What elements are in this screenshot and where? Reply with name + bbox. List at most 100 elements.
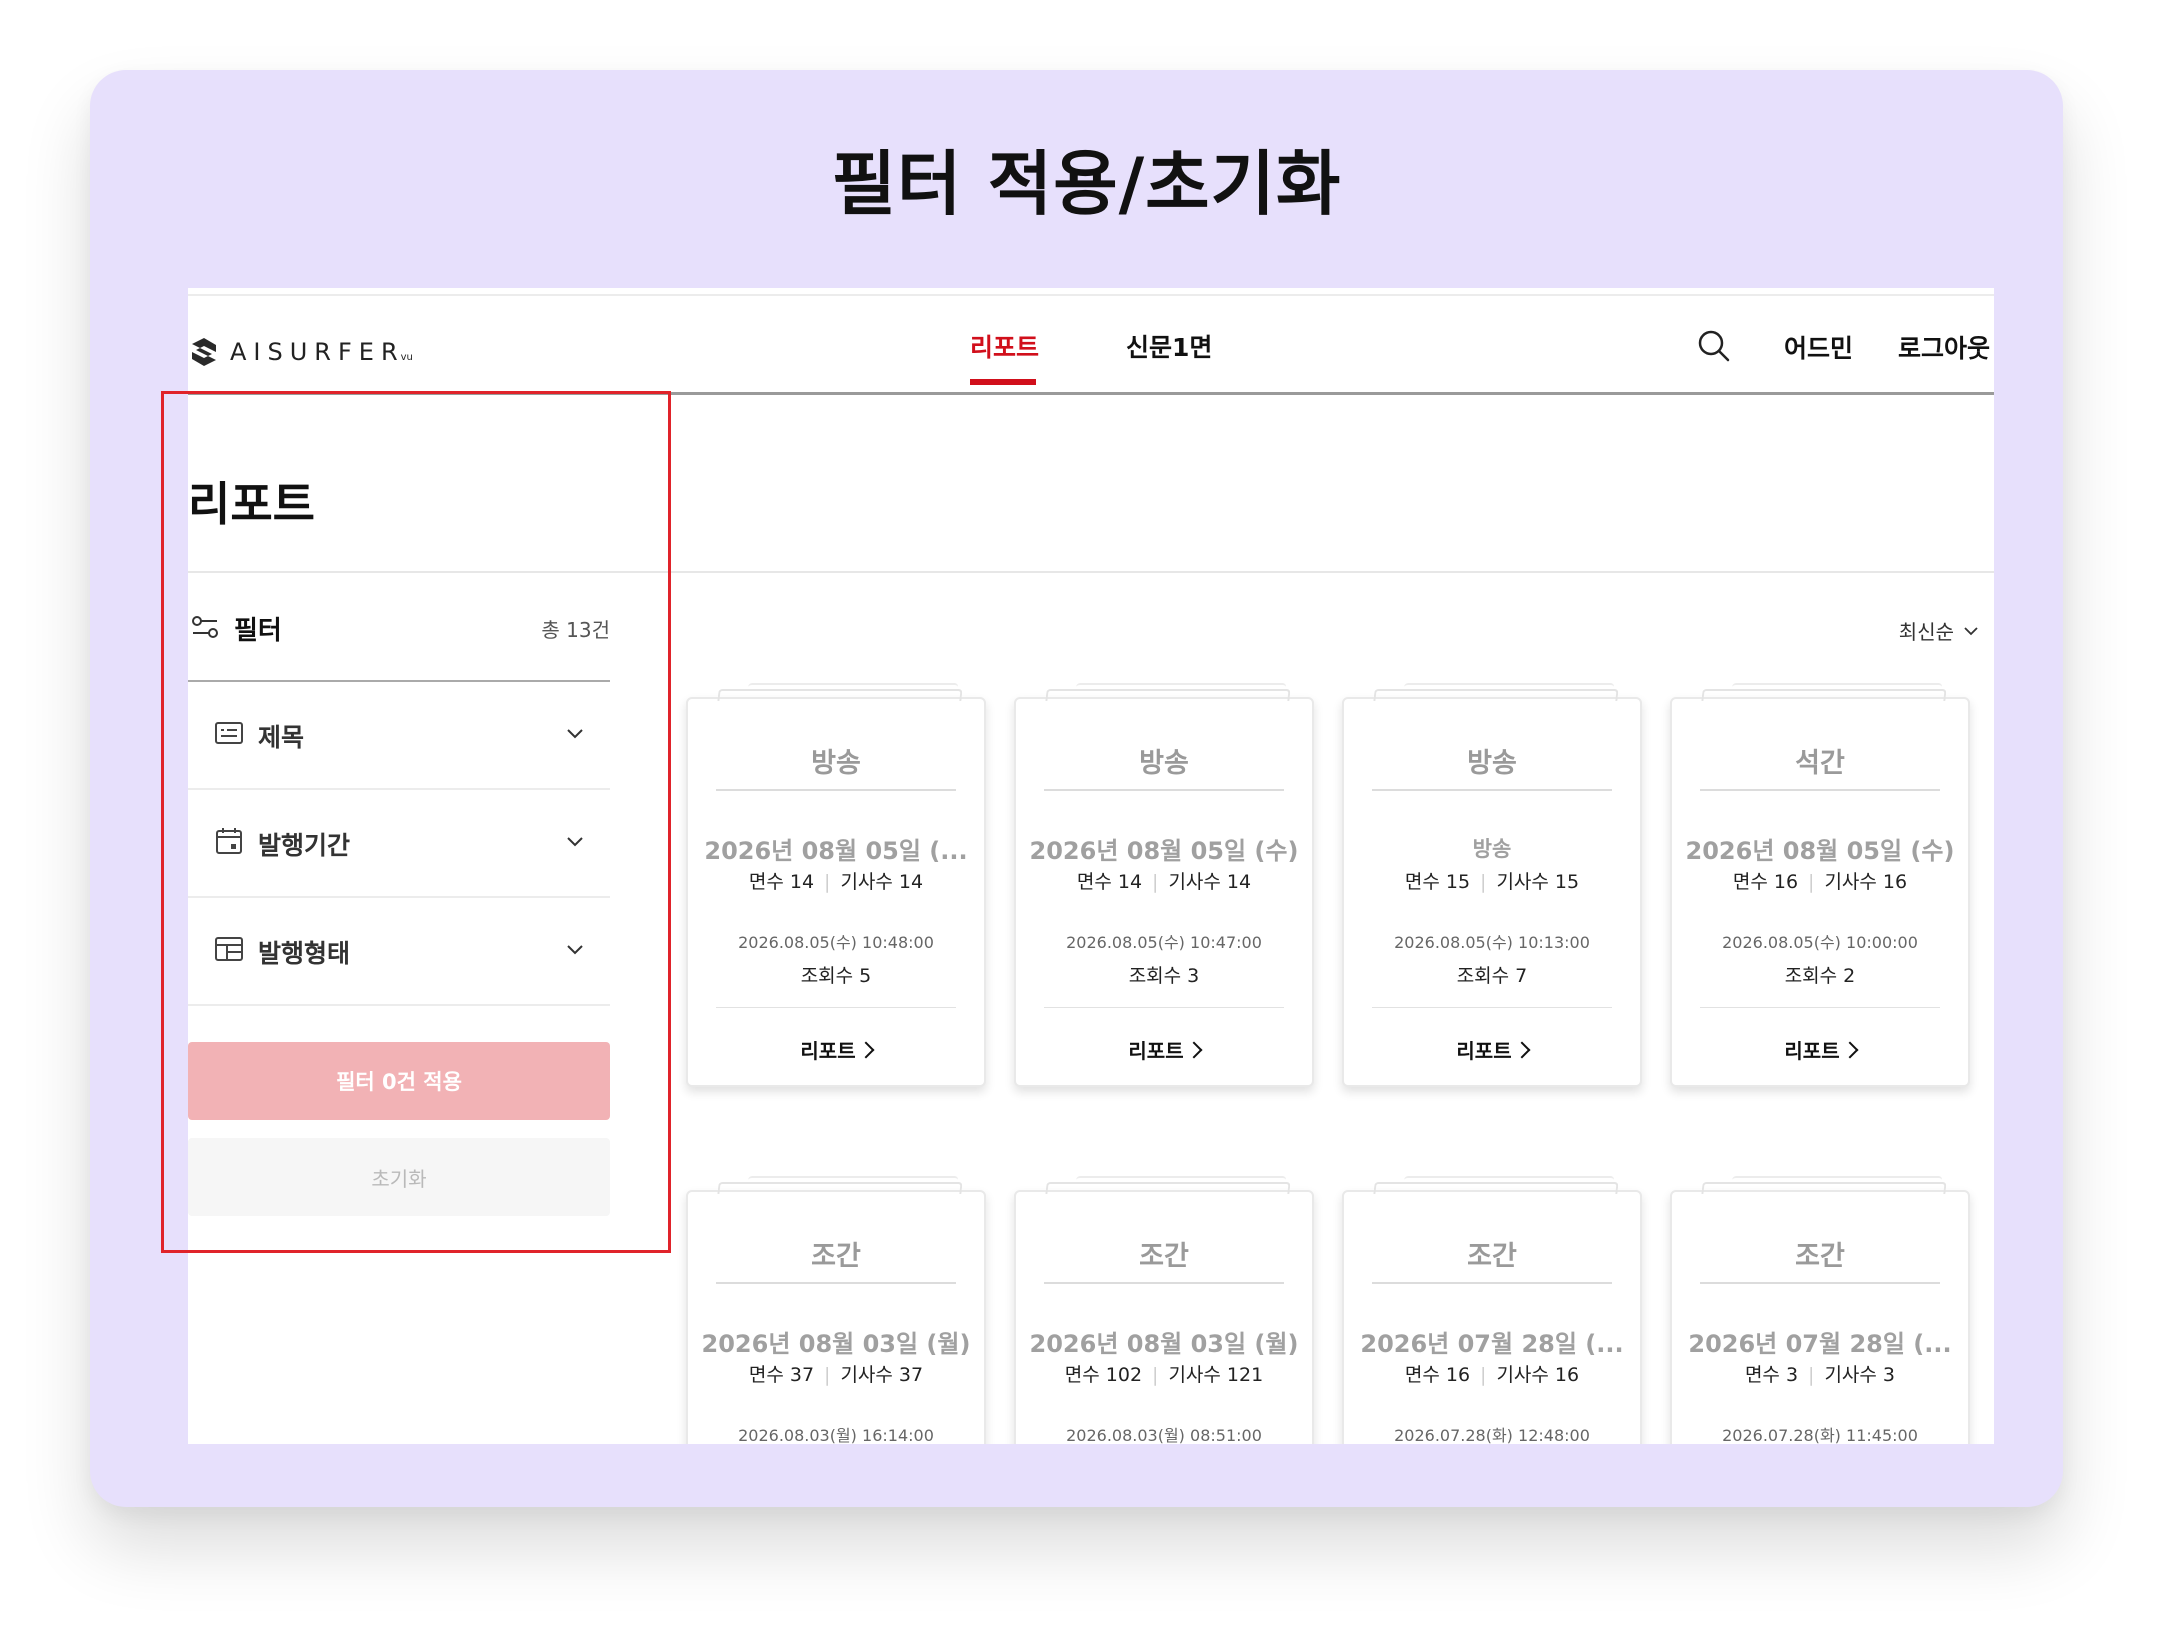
chevron-right-icon [1841,1041,1859,1059]
sort-label: 최신순 [1898,620,1954,644]
card-pages: 면수 37 [748,1364,815,1386]
report-card[interactable]: 조간 2026년 08월 03일 (월) 면수 102 | 기사수 121 2026.08… [1014,1176,1314,1444]
card-articles: 기사수 121 [1168,1364,1264,1386]
card-pages: 면수 3 [1744,1364,1799,1386]
card-stack-edge [717,1182,963,1194]
filter-header: 필터 총 13건 [188,606,610,650]
card-pages: 면수 15 [1404,871,1471,893]
card-divider [1372,1007,1612,1008]
layout-icon [215,937,243,961]
card-views: 조회수 7 [1456,965,1528,987]
stats-separator: | [824,871,831,893]
report-card[interactable]: 조간 2026년 07월 28일 (... 면수 16 | 기사수 16 2026.07.… [1342,1176,1642,1444]
filter-section-type[interactable]: 발행형태 [188,898,610,1006]
card-report-link[interactable]: 리포트 [1016,1035,1312,1064]
filter-section-label: 제목 [258,723,305,752]
card-category: 방송 [811,748,861,779]
logo-text: AISURFER [230,338,405,366]
card-date: 2026년 08월 03일 (월) [701,1330,971,1358]
card-date: 2026년 08월 03일 (월) [1029,1330,1299,1358]
top-header: AISURFER vu 리포트 신문1면 어드민 로그아웃 [188,298,1994,395]
card-stats: 면수 3 | 기사수 3 [1672,1360,1968,1387]
card-category: 조간 [1467,1241,1517,1272]
report-card[interactable]: 방송 방송 면수 15 | 기사수 15 2026.08.05(수) 10:13:00 조회… [1342,683,1642,1087]
card-stats: 면수 16 | 기사수 16 [1344,1360,1640,1387]
chevron-right-icon [1185,1041,1203,1059]
card-category: 방송 [1467,748,1517,779]
chevron-right-icon [857,1041,875,1059]
card-link-label: 리포트 [1784,1039,1840,1063]
filter-section-title[interactable]: 제목 [188,682,610,790]
card-stack-edge [1045,1182,1291,1194]
calendar-icon [216,828,242,854]
card-divider [1372,1282,1612,1284]
filter-label: 필터 [234,616,282,646]
apply-filter-button[interactable]: 필터 0건 적용 [188,1042,610,1120]
card-pages: 면수 14 [748,871,815,893]
card-divider [1700,789,1940,791]
card-date: 2026년 08월 05일 (수) [1029,837,1299,865]
card-divider [1044,789,1284,791]
stats-separator: | [1480,1364,1487,1386]
stats-separator: | [1152,871,1159,893]
search-icon[interactable] [1696,328,1732,364]
card-articles: 기사수 14 [840,871,924,893]
reset-filter-button[interactable]: 초기화 [188,1138,610,1216]
card-stats: 면수 16 | 기사수 16 [1672,867,1968,894]
card-date: 2026년 07월 28일 (... [1688,1330,1952,1358]
nav-report[interactable]: 리포트 [970,328,1039,364]
logo-sub: vu [400,351,413,363]
card-divider [1044,1007,1284,1008]
report-card[interactable]: 조간 2026년 08월 03일 (월) 면수 37 | 기사수 37 2026.08.0… [686,1176,986,1444]
chevron-right-icon [1513,1041,1531,1059]
card-date: 2026년 08월 05일 (... [704,837,968,865]
card-category: 조간 [1795,1241,1845,1272]
card-category: 조간 [1139,1241,1189,1272]
card-divider [716,789,956,791]
sort-dropdown[interactable]: 최신순 [1899,616,1980,645]
chevron-down-icon [567,837,583,847]
filter-icon [192,616,218,638]
card-date: 2026년 08월 05일 (수) [1685,837,1955,865]
stats-separator: | [1808,1364,1815,1386]
card-time: 2026.07.28(화) 12:48:00 [1394,1426,1590,1444]
card-views: 조회수 5 [800,965,872,987]
card-articles: 기사수 37 [840,1364,924,1386]
card-stack-edge [1701,1182,1947,1194]
card-time: 2026.08.03(월) 16:14:00 [738,1426,934,1444]
nav-newspaper-front[interactable]: 신문1면 [1126,328,1212,364]
chevron-down-icon [567,945,583,955]
card-time: 2026.08.05(수) 10:47:00 [1066,933,1262,952]
report-card[interactable]: 조간 2026년 07월 28일 (... 면수 3 | 기사수 3 2026.07.28… [1670,1176,1970,1444]
card-time: 2026.08.03(월) 08:51:00 [1066,1426,1262,1444]
filter-section-period[interactable]: 발행기간 [188,790,610,898]
card-divider [1700,1282,1940,1284]
card-link-label: 리포트 [1456,1039,1512,1063]
card-category: 조간 [811,1241,861,1272]
card-articles: 기사수 14 [1168,871,1252,893]
card-time: 2026.08.05(수) 10:48:00 [738,933,934,952]
card-stack-edge [717,689,963,701]
logo[interactable]: AISURFER vu [188,336,413,368]
report-card[interactable]: 방송 2026년 08월 05일 (... 면수 14 | 기사수 14 2026.08.… [686,683,986,1087]
admin-link[interactable]: 어드민 [1784,329,1853,365]
report-card[interactable]: 석간 2026년 08월 05일 (수) 면수 16 | 기사수 16 2026.08.0… [1670,683,1970,1087]
report-card[interactable]: 방송 2026년 08월 05일 (수) 면수 14 | 기사수 14 2026.08.0… [1014,683,1314,1087]
card-stack-edge [1373,689,1619,701]
card-report-link[interactable]: 리포트 [1672,1035,1968,1064]
stats-separator: | [1152,1364,1159,1386]
card-pages: 면수 14 [1076,871,1143,893]
card-report-link[interactable]: 리포트 [1344,1035,1640,1064]
logout-link[interactable]: 로그아웃 [1898,329,1990,365]
card-divider [716,1282,956,1284]
card-date: 방송 [1472,837,1512,861]
card-divider [1044,1282,1284,1284]
app-screenshot: AISURFER vu 리포트 신문1면 어드민 로그아웃 리포트 필터 총 1… [188,288,1994,1444]
card-articles: 기사수 16 [1824,871,1908,893]
card-divider [1700,1007,1940,1008]
card-divider [716,1007,956,1008]
chevron-down-icon [567,729,583,739]
card-stats: 면수 14 | 기사수 14 [688,867,984,894]
logo-icon [192,338,216,366]
card-report-link[interactable]: 리포트 [688,1035,984,1064]
